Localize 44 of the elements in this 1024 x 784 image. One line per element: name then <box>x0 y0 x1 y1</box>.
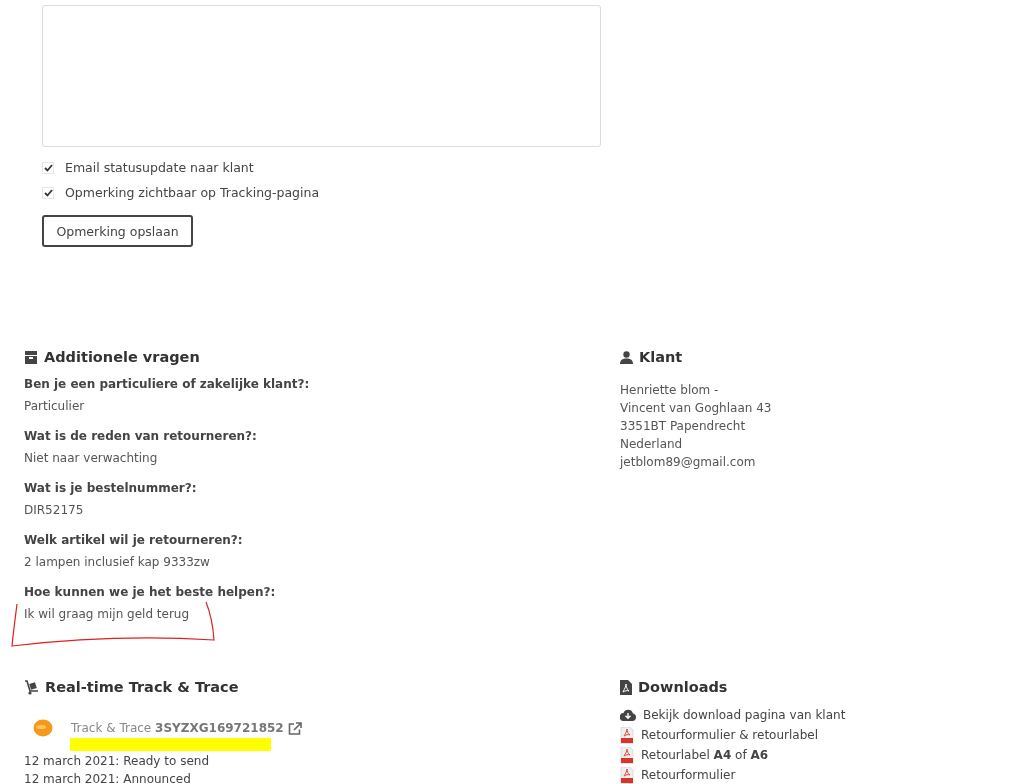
checkbox[interactable] <box>42 161 54 174</box>
pdf-file-icon <box>620 746 634 764</box>
tracking-event: 12 march 2021: Announced <box>24 771 192 784</box>
answer-text: Ik wil graag mijn geld terug <box>24 606 191 623</box>
checkbox-label: Email statusupdate naar klant <box>65 160 254 175</box>
answer-text: Niet naar verwachting <box>24 450 159 467</box>
check-icon <box>43 188 53 197</box>
tracking-event: 12 march 2021: Ready to send <box>24 753 210 770</box>
question-label: Wat is je bestelnummer?: <box>24 480 198 497</box>
address-line: Vincent van Goghlaan 43 <box>620 400 773 417</box>
carrier-logo-icon <box>33 719 53 737</box>
section-title: Klant <box>639 349 683 365</box>
address-line: jetblom89@gmail.com <box>620 454 757 471</box>
comment-field[interactable] <box>42 5 601 147</box>
section-title: Real-time Track & Trace <box>45 679 239 695</box>
checkbox-label: Opmerking zichtbaar op Tracking-pagina <box>65 185 320 200</box>
address-line: 3351BT Papendrecht <box>620 418 747 435</box>
answer-text: 2 lampen inclusief kap 9333zw <box>24 554 211 571</box>
check-icon <box>43 163 53 172</box>
pdf-file-icon <box>620 679 632 695</box>
download-link[interactable]: Retourformulier <box>641 768 736 782</box>
address-line: Nederland <box>620 436 684 453</box>
answer-text: Particulier <box>24 398 86 415</box>
question-label: Hoe kunnen we je het beste helpen?: <box>24 584 277 601</box>
checkbox[interactable] <box>42 186 54 199</box>
section-title: Additionele vragen <box>44 349 200 365</box>
pdf-file-icon <box>620 726 634 744</box>
section-title: Downloads <box>638 679 728 695</box>
hand-truck-icon <box>24 679 39 695</box>
answer-text: DIR52175 <box>24 502 85 519</box>
address-line: Henriette blom - <box>620 382 720 399</box>
question-label: Ben je een particuliere of zakelijke klant?: <box>24 376 311 393</box>
cloud-download-icon <box>620 709 636 721</box>
download-link[interactable]: Retourformulier & retourlabel <box>641 728 818 742</box>
tracking-link[interactable]: Track & Trace 3SYZXG169721852 <box>71 721 284 735</box>
box-icon <box>24 350 38 364</box>
download-link[interactable]: Retourlabel A4 of A6 <box>641 748 769 762</box>
pdf-file-icon <box>620 766 634 784</box>
question-label: Wat is de reden van retourneren?: <box>24 428 258 445</box>
download-link[interactable]: Bekijk download pagina van klant <box>643 708 846 722</box>
question-label: Welk artikel wil je retourneren?: <box>24 532 244 549</box>
user-icon <box>620 350 633 364</box>
save-comment-button[interactable]: Opmerking opslaan <box>42 215 193 247</box>
external-link-icon <box>287 721 302 735</box>
